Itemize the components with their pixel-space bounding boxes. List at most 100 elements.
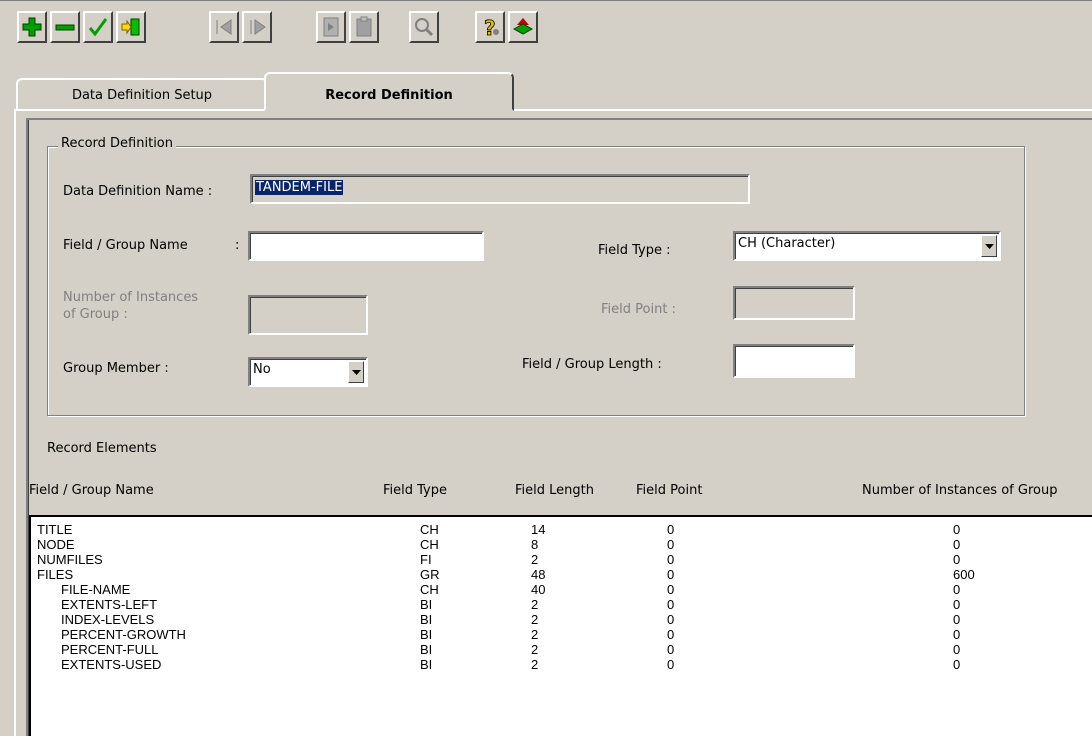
field-group-length-input[interactable] bbox=[733, 344, 855, 378]
list-item[interactable]: PERCENT-GROWTH BI 2 0 0 bbox=[31, 627, 1091, 642]
tab-label: Data Definition Setup bbox=[71, 88, 213, 103]
cell-instances: 0 bbox=[953, 552, 961, 567]
copy-icon bbox=[323, 17, 339, 37]
cell-instances: 0 bbox=[953, 642, 961, 657]
copy-button[interactable] bbox=[316, 11, 346, 43]
cell-length: 2 bbox=[531, 612, 539, 627]
list-item[interactable]: FILE-NAME CH 40 0 0 bbox=[31, 582, 1091, 597]
cell-length: 8 bbox=[531, 537, 539, 552]
group-member-value: No bbox=[253, 362, 271, 377]
cell-name: TITLE bbox=[37, 522, 73, 537]
panel-border bbox=[14, 110, 16, 736]
search-button[interactable] bbox=[409, 11, 439, 43]
record-elements-title: Record Elements bbox=[47, 441, 157, 456]
field-group-name-label: Field / Group Name bbox=[63, 238, 188, 253]
cell-length: 40 bbox=[531, 582, 546, 597]
column-header-length[interactable]: Field Length bbox=[515, 483, 594, 498]
field-point-label: Field Point : bbox=[601, 302, 676, 317]
cell-point: 0 bbox=[667, 567, 675, 582]
cell-name: NODE bbox=[37, 537, 75, 552]
cell-name: PERCENT-GROWTH bbox=[61, 627, 186, 642]
dropdown-button[interactable] bbox=[981, 235, 997, 257]
first-record-button[interactable] bbox=[209, 11, 239, 43]
column-header-instances[interactable]: Number of Instances of Group bbox=[862, 483, 1057, 498]
list-item[interactable]: TITLE CH 14 0 0 bbox=[31, 522, 1091, 537]
cell-type: BI bbox=[420, 627, 433, 642]
add-icon bbox=[22, 17, 42, 37]
help-button[interactable]: ? bbox=[475, 11, 505, 43]
cell-name: INDEX-LEVELS bbox=[61, 612, 155, 627]
chevron-down-icon bbox=[984, 243, 994, 249]
column-header-point[interactable]: Field Point bbox=[636, 483, 702, 498]
cell-name: NUMFILES bbox=[37, 552, 103, 567]
cell-type: CH bbox=[420, 582, 439, 597]
cell-name: EXTENTS-LEFT bbox=[61, 597, 158, 612]
tab-record-definition[interactable]: Record Definition bbox=[264, 72, 514, 111]
cell-instances: 0 bbox=[953, 522, 961, 537]
cell-type: BI bbox=[420, 642, 433, 657]
next-record-icon bbox=[250, 19, 266, 35]
cell-point: 0 bbox=[667, 642, 675, 657]
list-item[interactable]: INDEX-LEVELS BI 2 0 0 bbox=[31, 612, 1091, 627]
paste-button[interactable] bbox=[349, 11, 379, 43]
navigate-icon bbox=[512, 18, 534, 35]
group-member-select[interactable]: No bbox=[248, 357, 368, 387]
data-definition-name-field[interactable]: TANDEM-FILE bbox=[250, 174, 750, 204]
data-definition-name-label: Data Definition Name : bbox=[63, 184, 213, 199]
list-item[interactable]: EXTENTS-USED BI 2 0 0 bbox=[31, 657, 1091, 672]
remove-button[interactable] bbox=[50, 11, 80, 43]
cell-instances: 0 bbox=[953, 612, 961, 627]
insert-button[interactable] bbox=[116, 11, 146, 43]
column-header-type[interactable]: Field Type bbox=[383, 483, 447, 498]
record-elements-list[interactable]: TITLE CH 14 0 0 NODE CH 8 0 0 NUMFILES FI 2 0 0 FILES GR… bbox=[29, 515, 1092, 736]
number-of-instances-field[interactable] bbox=[248, 295, 368, 335]
list-item[interactable]: PERCENT-FULL BI 2 0 0 bbox=[31, 642, 1091, 657]
list-item[interactable]: EXTENTS-LEFT BI 2 0 0 bbox=[31, 597, 1091, 612]
cell-length: 2 bbox=[531, 552, 539, 567]
checkmark-icon bbox=[88, 18, 108, 37]
toolbar: ? bbox=[0, 0, 1092, 67]
cell-type: BI bbox=[420, 612, 433, 627]
search-icon bbox=[415, 18, 434, 37]
apply-button[interactable] bbox=[83, 11, 113, 43]
list-item[interactable]: NUMFILES FI 2 0 0 bbox=[31, 552, 1091, 567]
field-group-name-input[interactable] bbox=[248, 231, 484, 261]
chevron-down-icon bbox=[351, 369, 361, 375]
dropdown-button[interactable] bbox=[348, 361, 364, 383]
tab-data-definition-setup[interactable]: Data Definition Setup bbox=[16, 78, 268, 109]
next-record-button[interactable] bbox=[242, 11, 272, 43]
cell-type: CH bbox=[420, 537, 439, 552]
first-record-icon bbox=[216, 19, 232, 35]
list-item[interactable]: NODE CH 8 0 0 bbox=[31, 537, 1091, 552]
cell-instances: 0 bbox=[953, 582, 961, 597]
cell-instances: 600 bbox=[953, 567, 975, 582]
cell-length: 2 bbox=[531, 657, 539, 672]
cell-point: 0 bbox=[667, 627, 675, 642]
cell-name: EXTENTS-USED bbox=[61, 657, 162, 672]
group-title: Record Definition bbox=[58, 136, 176, 151]
tab-label: Record Definition bbox=[325, 88, 453, 103]
group-member-label: Group Member : bbox=[63, 361, 169, 376]
cell-point: 0 bbox=[667, 537, 675, 552]
number-of-instances-label-2: of Group : bbox=[63, 307, 128, 322]
cell-instances: 0 bbox=[953, 657, 961, 672]
cell-point: 0 bbox=[667, 582, 675, 597]
svg-text:?: ? bbox=[484, 16, 496, 38]
field-group-name-colon: : bbox=[235, 238, 240, 253]
field-point-field[interactable] bbox=[733, 286, 855, 320]
paste-icon bbox=[356, 16, 372, 37]
column-header-name[interactable]: Field / Group Name bbox=[29, 483, 154, 498]
cell-name: FILES bbox=[37, 567, 74, 582]
field-type-value: CH (Character) bbox=[738, 236, 836, 251]
number-of-instances-label: Number of Instances bbox=[63, 290, 199, 305]
list-item[interactable]: FILES GR 48 0 600 bbox=[31, 567, 1091, 582]
cell-length: 2 bbox=[531, 642, 539, 657]
cell-point: 0 bbox=[667, 522, 675, 537]
cell-instances: 0 bbox=[953, 537, 961, 552]
cell-type: GR bbox=[420, 567, 440, 582]
add-button[interactable] bbox=[17, 11, 47, 43]
cell-length: 2 bbox=[531, 627, 539, 642]
field-type-select[interactable]: CH (Character) bbox=[733, 231, 1001, 261]
cell-name: FILE-NAME bbox=[61, 582, 131, 597]
navigate-button[interactable] bbox=[508, 11, 538, 43]
